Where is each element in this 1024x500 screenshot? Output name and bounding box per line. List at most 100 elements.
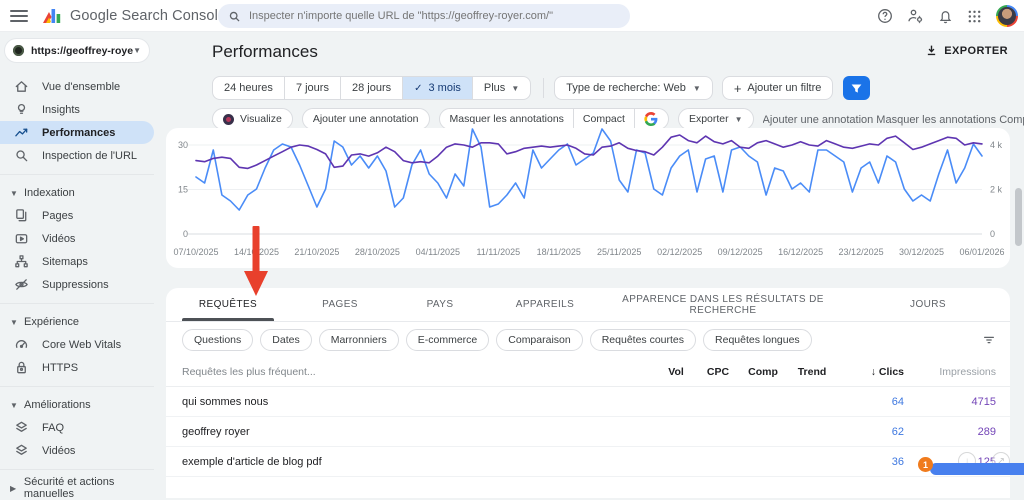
sidebar-item-vid-os[interactable]: Vidéos (0, 227, 154, 250)
table-row[interactable]: qui sommes nous 64 4715 (166, 387, 1010, 417)
search-type-chip[interactable]: Type de recherche: Web ▼ (554, 76, 713, 100)
sidebar-item-pages[interactable]: Pages (0, 204, 154, 227)
sidebar-item-performances[interactable]: Performances (0, 121, 154, 144)
property-url: https://geoffrey-royer.c... (31, 45, 133, 57)
date-range-24-heures[interactable]: 24 heures (213, 77, 284, 99)
tab-pays[interactable]: PAYS (390, 288, 490, 321)
search-icon (14, 148, 30, 163)
date-range-7-jours[interactable]: 7 jours (284, 77, 340, 99)
query-chip-questions[interactable]: Questions (182, 329, 253, 351)
export-button[interactable]: EXPORTER (925, 44, 1008, 57)
sidebar-item-vid-os[interactable]: Vidéos (0, 439, 154, 462)
vertical-scrollbar[interactable] (1015, 188, 1022, 246)
sidebar-divider (0, 174, 154, 175)
export-chart-button[interactable]: Exporter ▼ (678, 108, 754, 130)
query-chip-requ-tes-courtes[interactable]: Requêtes courtes (590, 329, 696, 351)
google-logo-icon[interactable] (644, 112, 658, 126)
tab-requêtes[interactable]: REQUÊTES (166, 288, 290, 321)
caret-down-icon: ▼ (10, 401, 20, 410)
app-title: Google Search Console (70, 8, 226, 24)
search-icon (228, 10, 241, 23)
svg-text:0: 0 (990, 229, 995, 239)
add-filter-label: Ajouter un filtre (747, 82, 821, 94)
tab-apparence[interactable]: APPARENCE DANS LES RÉSULTATS DE RECHERCH… (600, 288, 846, 321)
svg-text:2 k: 2 k (990, 185, 1003, 195)
svg-text:30: 30 (178, 140, 188, 150)
add-filter-chip[interactable]: + Ajouter un filtre (722, 76, 834, 100)
tab-appareils[interactable]: APPAREILS (490, 288, 600, 321)
performance-icon (14, 125, 30, 140)
sidebar-item-inspection-de-l-url[interactable]: Inspection de l'URL (0, 144, 154, 167)
date-range-3-mois[interactable]: ✓3 mois (402, 77, 472, 99)
extension-bar[interactable] (930, 463, 1024, 475)
sidebar-item-vue-d-ensemble[interactable]: Vue d'ensemble (0, 75, 154, 98)
extension-badge[interactable]: 1 (918, 457, 933, 472)
help-icon[interactable] (877, 8, 893, 24)
sidebar-section-exp-rience[interactable]: ▼ Expérience (0, 311, 166, 333)
sidebar-item-insights[interactable]: Insights (0, 98, 154, 121)
sidebar-item-sitemaps[interactable]: Sitemaps (0, 250, 154, 273)
visualize-button[interactable]: Visualize (212, 108, 293, 130)
layers-icon (14, 443, 30, 458)
performance-line-chart[interactable]: 0153002 k4 k07/10/202514/10/202521/10/20… (166, 128, 1010, 264)
query-chip-e-commerce[interactable]: E-commerce (406, 329, 490, 351)
hide-annotations-button[interactable]: Masquer les annotations (450, 113, 564, 125)
column-comp[interactable]: Comp (740, 366, 786, 378)
compact-button[interactable]: Compact (583, 113, 625, 125)
advanced-filter-button[interactable] (843, 76, 870, 100)
property-selector[interactable]: https://geoffrey-royer.c... ▼ (4, 38, 150, 63)
sidebar-item-faq[interactable]: FAQ (0, 416, 154, 439)
download-icon (925, 44, 938, 57)
column-clics[interactable]: ↓ Clics (838, 366, 904, 378)
google-apps-grid-icon[interactable] (967, 9, 982, 24)
column-impressions[interactable]: Impressions (904, 366, 996, 378)
chevron-down-icon: ▼ (735, 115, 743, 124)
svg-text:09/12/2025: 09/12/2025 (718, 247, 763, 257)
divider (634, 109, 635, 130)
sidebar-item-suppressions[interactable]: Suppressions (0, 273, 154, 296)
notifications-bell-icon[interactable] (938, 8, 953, 24)
column-vol[interactable]: Vol (656, 366, 696, 378)
url-inspection-search[interactable] (218, 4, 630, 28)
svg-text:18/11/2025: 18/11/2025 (537, 247, 581, 257)
date-range-more[interactable]: Plus▼ (472, 77, 530, 99)
column-trend[interactable]: Trend (786, 366, 838, 378)
column-cpc[interactable]: CPC (696, 366, 740, 378)
query-chip-comparaison[interactable]: Comparaison (496, 329, 582, 351)
divider (543, 78, 544, 98)
export-label: EXPORTER (944, 45, 1008, 57)
filter-list-icon[interactable] (982, 333, 996, 347)
avatar[interactable] (996, 5, 1018, 27)
search-input[interactable] (249, 10, 609, 22)
sidebar-item-core-web-vitals[interactable]: Core Web Vitals (0, 333, 154, 356)
sidebar-section-s-curit-et-actions-manuelles[interactable]: ▶ Sécurité et actions manuelles (0, 477, 166, 499)
table-header-row: Requêtes les plus fréquent...VolCPCCompT… (166, 357, 1010, 387)
performance-chart-card: 0153002 k4 k07/10/202514/10/202521/10/20… (166, 128, 1010, 268)
sidebar-item-https[interactable]: HTTPS (0, 356, 154, 379)
eye-off-icon (14, 277, 30, 292)
table-row[interactable]: geoffrey royer 62 289 (166, 417, 1010, 447)
query-chip-requ-tes-longues[interactable]: Requêtes longues (703, 329, 812, 351)
user-settings-icon[interactable] (907, 8, 924, 24)
chevron-down-icon: ▼ (693, 84, 701, 93)
caret-down-icon: ▼ (10, 189, 20, 198)
query-chip-dates[interactable]: Dates (260, 329, 311, 351)
svg-text:04/11/2025: 04/11/2025 (416, 247, 460, 257)
add-annotation-label: Ajouter une annotation (313, 113, 419, 125)
tab-pages[interactable]: PAGES (290, 288, 390, 321)
add-annotation-button[interactable]: Ajouter une annotation (302, 108, 430, 130)
chevron-down-icon: ▼ (133, 46, 141, 55)
tab-jours[interactable]: JOURS (846, 288, 1010, 321)
extension-links-text[interactable]: Ajouter une annotation Masquer les annot… (763, 113, 1024, 126)
date-range-segmented-control: 24 heures7 jours28 jours✓3 moisPlus▼ (212, 76, 531, 100)
table-row[interactable]: exemple d'article de blog pdf 36 125 (166, 447, 1010, 477)
lightbulb-icon (14, 102, 30, 117)
date-range-28-jours[interactable]: 28 jours (340, 77, 402, 99)
svg-text:21/10/2025: 21/10/2025 (294, 247, 339, 257)
sidebar-divider (0, 303, 154, 304)
sidebar-section-indexation[interactable]: ▼ Indexation (0, 182, 166, 204)
menu-icon[interactable] (10, 10, 28, 22)
sidebar-section-am-liorations[interactable]: ▼ Améliorations (0, 394, 166, 416)
column-queries[interactable]: Requêtes les plus fréquent... (182, 366, 656, 378)
query-chip-marronniers[interactable]: Marronniers (319, 329, 399, 351)
